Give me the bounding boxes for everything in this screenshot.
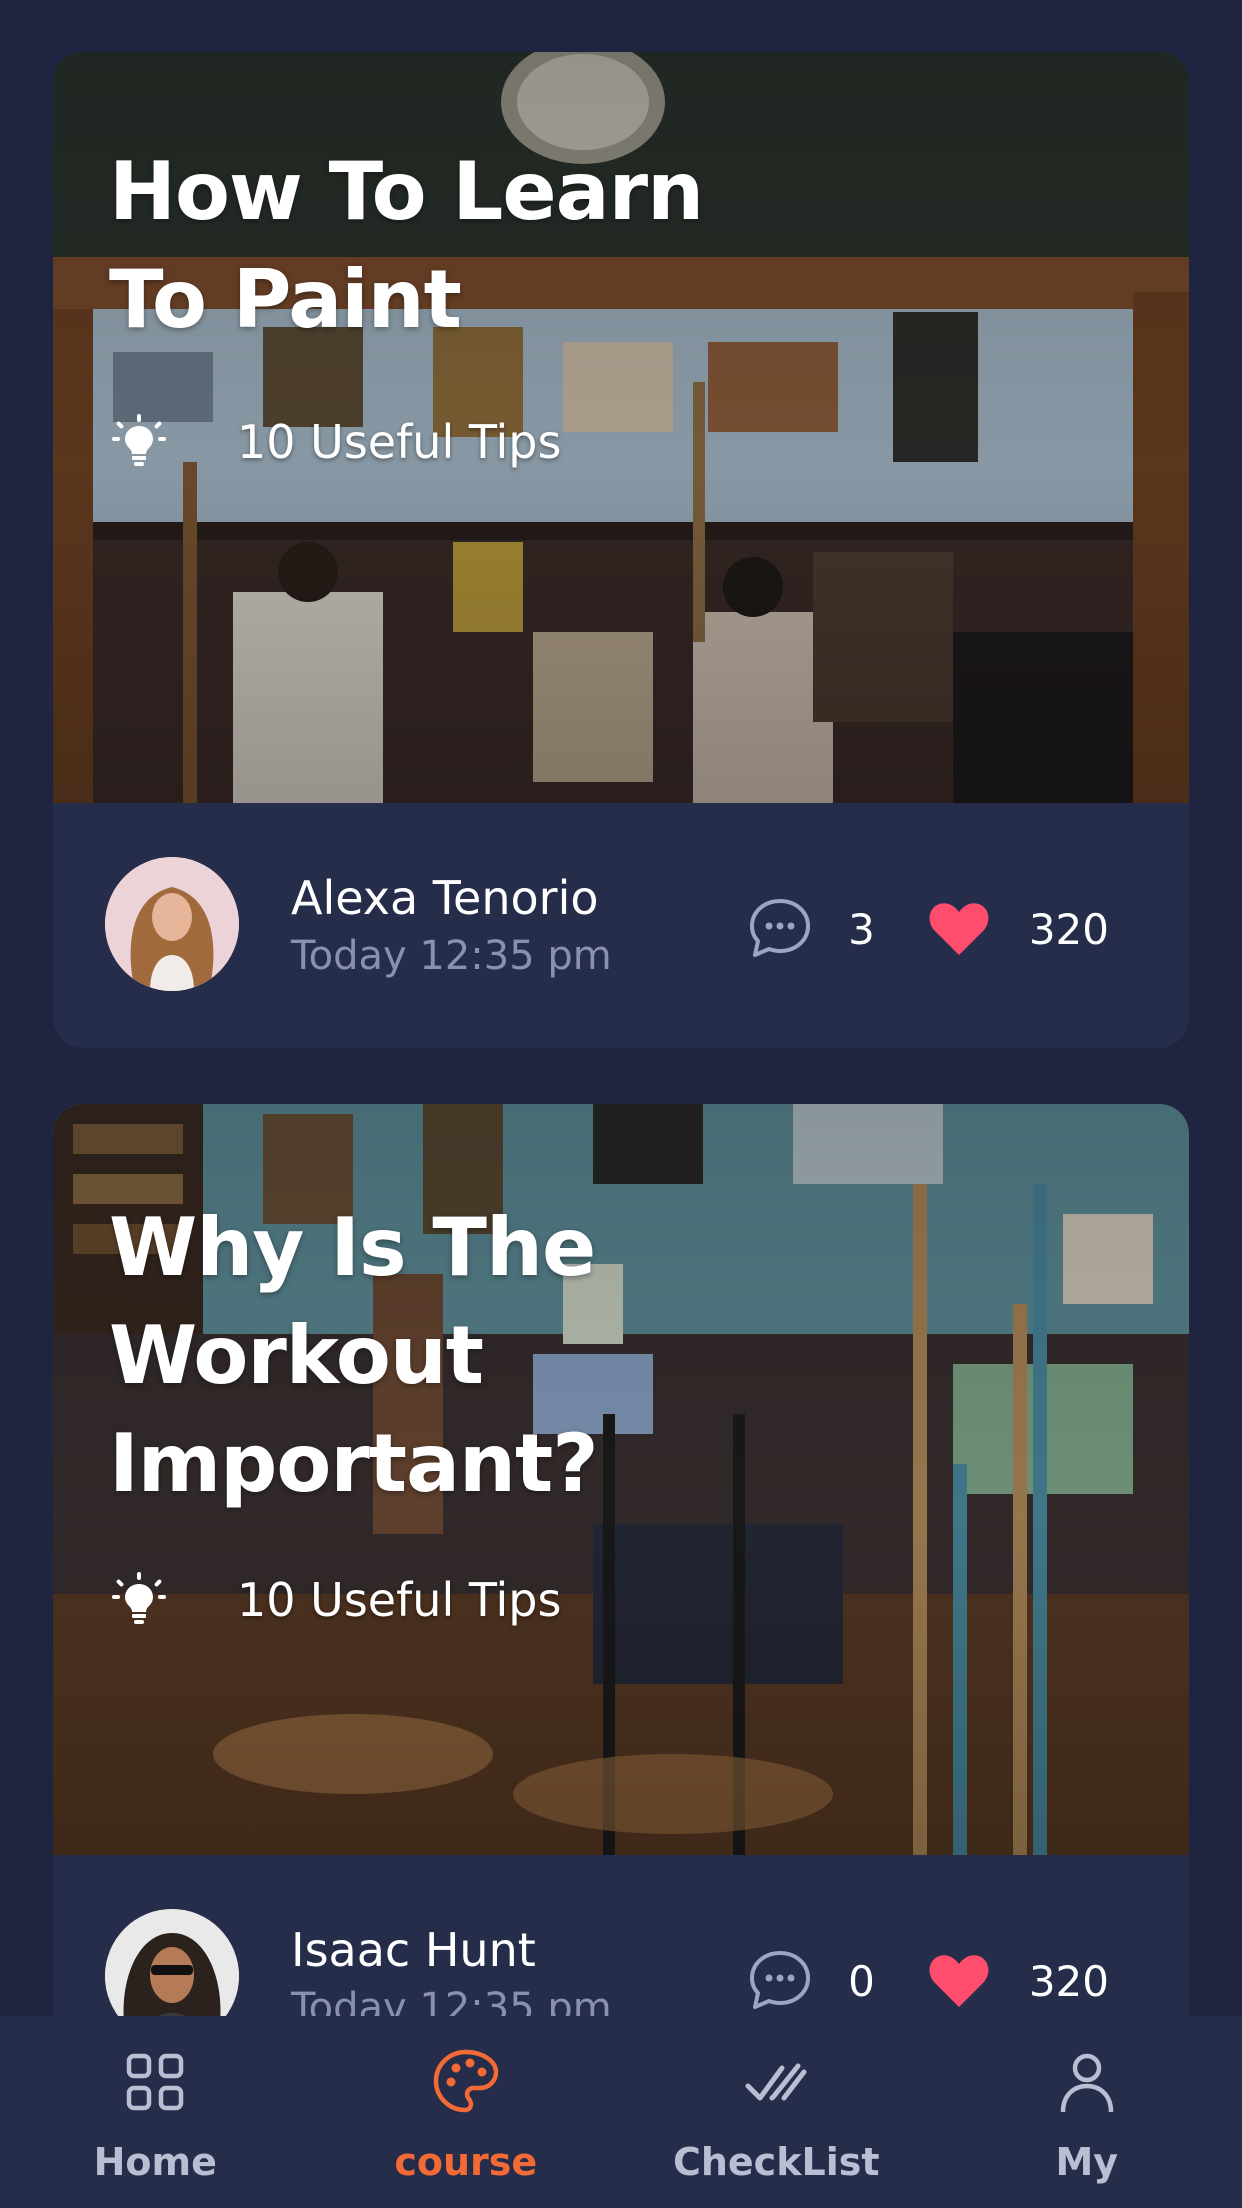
- tab-label: My: [1055, 2140, 1119, 2184]
- tab-label: CheckList: [672, 2140, 880, 2184]
- lightbulb-icon: [112, 414, 166, 466]
- lightbulb-icon: [112, 1572, 166, 1624]
- heart-icon[interactable]: [925, 1947, 993, 2015]
- post-meta: Alexa Tenorio Today 12:35 pm 3 320: [53, 803, 1189, 1043]
- tips-label: 10 Useful Tips: [237, 415, 562, 469]
- post-time: Today 12:35 pm: [291, 933, 612, 979]
- comment-bubble-icon[interactable]: [746, 895, 814, 963]
- avatar-image: [105, 1909, 239, 2016]
- post-feed[interactable]: How To Learn To Paint 10 Useful Tips Ale…: [0, 0, 1242, 2016]
- post-stats: 0 320: [746, 1947, 1109, 2015]
- heart-icon[interactable]: [925, 895, 993, 963]
- comment-bubble-icon[interactable]: [746, 1947, 814, 2015]
- double-check-icon: [745, 2063, 807, 2101]
- like-count: 320: [1028, 1956, 1109, 2006]
- palette-icon: [433, 2049, 498, 2113]
- author-name[interactable]: Alexa Tenorio: [291, 871, 599, 925]
- tips-row: 10 Useful Tips: [109, 412, 561, 472]
- tab-label: Home: [93, 2140, 217, 2184]
- post-cover-image[interactable]: Why Is The Workout Important? 10 Useful …: [53, 1104, 1189, 1855]
- author-name[interactable]: Isaac Hunt: [291, 1923, 536, 1977]
- comment-count: 3: [848, 904, 875, 954]
- post-title[interactable]: How To Learn To Paint: [109, 138, 809, 354]
- tab-my[interactable]: My: [932, 2016, 1242, 2208]
- tab-label: course: [394, 2140, 538, 2184]
- bottom-tab-bar: Home course CheckList My: [0, 2016, 1242, 2208]
- post-time: Today 12:35 pm: [291, 1985, 612, 2016]
- post-card[interactable]: Why Is The Workout Important? 10 Useful …: [53, 1104, 1189, 2016]
- post-stats: 3 320: [746, 895, 1109, 963]
- post-title[interactable]: Why Is The Workout Important?: [109, 1194, 729, 1518]
- avatar-image: [105, 857, 239, 991]
- tips-row: 10 Useful Tips: [109, 1570, 561, 1630]
- grid-icon: [127, 2053, 184, 2111]
- tab-home[interactable]: Home: [0, 2016, 311, 2208]
- post-meta: Isaac Hunt Today 12:35 pm 0 320: [53, 1855, 1189, 2016]
- post-card[interactable]: How To Learn To Paint 10 Useful Tips Ale…: [53, 52, 1189, 1048]
- author-avatar[interactable]: [105, 1909, 239, 2016]
- user-icon: [1060, 2053, 1113, 2113]
- post-cover-image[interactable]: How To Learn To Paint 10 Useful Tips: [53, 52, 1189, 803]
- tab-course[interactable]: course: [311, 2016, 622, 2208]
- author-avatar[interactable]: [105, 857, 239, 991]
- tab-checklist[interactable]: CheckList: [621, 2016, 932, 2208]
- tips-label: 10 Useful Tips: [237, 1573, 562, 1627]
- like-count: 320: [1028, 904, 1109, 954]
- comment-count: 0: [848, 1956, 875, 2006]
